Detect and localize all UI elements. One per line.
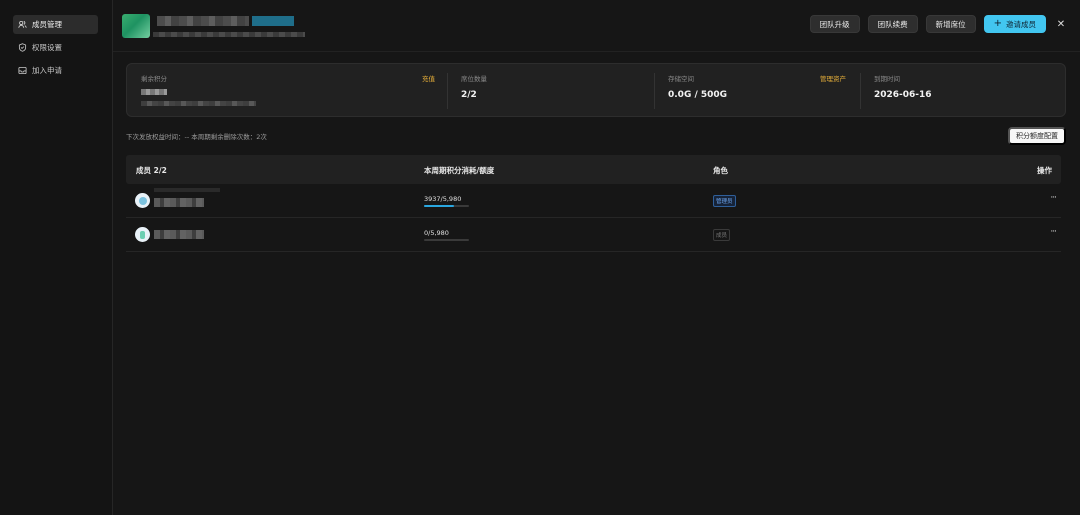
stat-storage-value: 0.0G / 500G xyxy=(668,90,728,100)
stat-seats-label: 席位数量 xyxy=(461,75,487,83)
team-avatar xyxy=(122,14,150,38)
sidebar-item-label: 加入申请 xyxy=(32,66,62,75)
stat-seats-value: 2/2 xyxy=(461,90,477,100)
stat-seats: 席位数量 2/2 xyxy=(461,73,487,100)
column-header-role: 角色 xyxy=(713,166,728,175)
header: 团队升级 团队续费 新增席位 + 邀请成员 ✕ xyxy=(113,0,1080,52)
member-email-redacted xyxy=(154,188,220,192)
quota-config-button[interactable]: 积分额度配置 xyxy=(1008,127,1066,145)
stat-expiry: 到期时间 2026-06-16 xyxy=(874,73,932,100)
invite-member-button[interactable]: + 邀请成员 xyxy=(983,15,1046,33)
team-stats-card: 剩余积分 充值 席位数量 2/2 存储空间 管理资产 0.0G / 500G 到… xyxy=(126,63,1066,117)
sidebar-item-label: 权限设置 xyxy=(32,43,62,52)
team-name-redacted xyxy=(157,16,249,26)
stat-storage: 存储空间 管理资产 0.0G / 500G xyxy=(668,73,846,100)
divider xyxy=(654,73,655,109)
add-seat-button[interactable]: 新增席位 xyxy=(925,15,976,33)
avatar xyxy=(135,193,150,208)
stat-points-label: 剩余积分 xyxy=(141,75,167,83)
sidebar-item-permissions[interactable]: 权限设置 xyxy=(13,38,98,57)
sidebar-item-join-requests[interactable]: 加入申请 xyxy=(13,61,98,80)
divider xyxy=(860,73,861,109)
benefit-note: 下次发放权益时间：-- 本周期剩余删除次数：2次 xyxy=(126,133,267,141)
points-detail-redacted xyxy=(141,101,256,106)
inbox-icon xyxy=(18,66,27,75)
usage-text: 3937/5,980 xyxy=(424,195,462,203)
member-name-redacted xyxy=(154,198,204,207)
usage-text: 0/5,980 xyxy=(424,229,449,237)
more-actions-button[interactable]: ··· xyxy=(1050,193,1057,203)
column-header-actions: 操作 xyxy=(1037,166,1052,175)
usage-bar-fill xyxy=(424,205,454,207)
divider xyxy=(447,73,448,109)
table-row: 3937/5,980 管理员 ··· xyxy=(126,184,1061,218)
users-icon xyxy=(18,20,27,29)
stat-expiry-value: 2026-06-16 xyxy=(874,90,932,100)
role-badge-admin: 管理员 xyxy=(713,195,736,207)
usage-bar xyxy=(424,239,469,241)
stat-expiry-label: 到期时间 xyxy=(874,75,900,83)
usage-bar xyxy=(424,205,469,207)
table-header: 成员 2/2 本周期积分消耗/额度 角色 操作 xyxy=(126,155,1061,184)
role-badge-member: 成员 xyxy=(713,229,731,241)
sidebar-item-label: 成员管理 xyxy=(32,20,62,29)
team-upgrade-button[interactable]: 团队升级 xyxy=(809,15,860,33)
more-actions-button[interactable]: ··· xyxy=(1050,227,1057,237)
column-header-member: 成员 2/2 xyxy=(136,166,167,175)
sidebar-item-members[interactable]: 成员管理 xyxy=(13,15,98,34)
shield-icon xyxy=(18,43,27,52)
sidebar: 成员管理 权限设置 加入申请 xyxy=(0,0,113,515)
points-value-redacted xyxy=(141,89,167,95)
invite-member-label: 邀请成员 xyxy=(1006,19,1036,29)
team-renew-button[interactable]: 团队续费 xyxy=(867,15,918,33)
close-icon[interactable]: ✕ xyxy=(1054,19,1068,30)
stat-points: 剩余积分 充值 xyxy=(141,73,435,106)
plus-icon: + xyxy=(993,18,1002,29)
column-header-usage: 本周期积分消耗/额度 xyxy=(424,166,495,175)
avatar xyxy=(135,227,150,242)
members-table: 成员 2/2 本周期积分消耗/额度 角色 操作 3937/5,980 管理员 ·… xyxy=(126,155,1061,252)
team-tag-redacted xyxy=(252,16,294,26)
recharge-link[interactable]: 充值 xyxy=(422,73,435,83)
manage-assets-link[interactable]: 管理资产 xyxy=(820,73,846,83)
member-name-redacted xyxy=(154,230,204,239)
team-subtitle-redacted xyxy=(153,32,305,37)
table-row: 0/5,980 成员 ··· xyxy=(126,218,1061,252)
